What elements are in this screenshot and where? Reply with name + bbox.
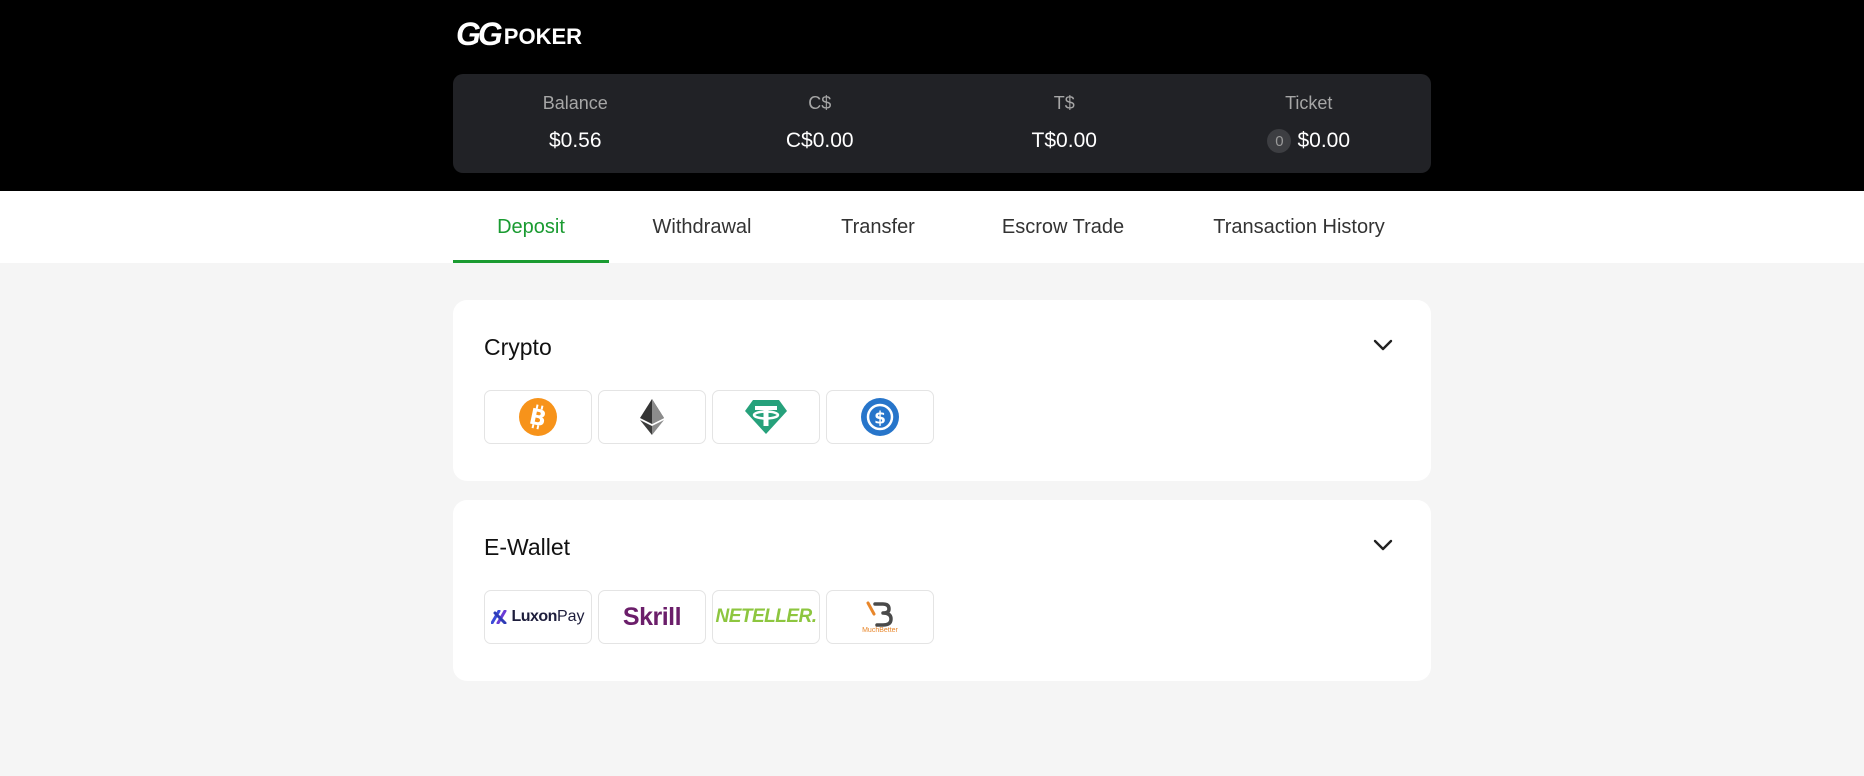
c-dollar-value: C$0.00 xyxy=(785,129,854,152)
ethereum-method[interactable] xyxy=(598,390,706,444)
ticket-value: $0.00 xyxy=(1297,129,1351,152)
tab-withdrawal[interactable]: Withdrawal xyxy=(640,191,764,263)
tether-icon xyxy=(745,400,787,434)
muchbetter-method[interactable]: MuchBetter xyxy=(826,590,934,644)
luxonpay-text-a: Luxon xyxy=(511,608,557,625)
crypto-methods: B $ xyxy=(484,390,934,444)
ethereum-icon xyxy=(640,399,664,435)
t-dollar-item: T$ T$0.00 xyxy=(942,74,1187,173)
top-header: GG POKER Balance $0.56 C$ C$0.00 T$ T$0.… xyxy=(0,0,1864,191)
neteller-method[interactable]: NETELLER. xyxy=(712,590,820,644)
ticket-label: Ticket xyxy=(1285,93,1333,113)
tab-escrow-trade[interactable]: Escrow Trade xyxy=(995,191,1131,263)
muchbetter-logo: MuchBetter xyxy=(862,601,898,634)
skrill-logo: Skrill xyxy=(622,602,682,631)
skrill-method[interactable]: Skrill xyxy=(598,590,706,644)
svg-text:$: $ xyxy=(874,409,886,429)
bitcoin-icon: B xyxy=(519,398,557,436)
luxonpay-method[interactable]: Luxon Pay xyxy=(484,590,592,644)
neteller-logo: NETELLER. xyxy=(715,606,817,627)
ewallet-title: E-Wallet xyxy=(484,534,571,560)
ggpoker-logo[interactable]: GG POKER xyxy=(456,18,582,50)
muchbetter-text: MuchBetter xyxy=(862,626,898,634)
luxon-mark-icon xyxy=(491,610,507,624)
luxonpay-text-b: Pay xyxy=(556,608,585,625)
c-dollar-label: C$ xyxy=(808,93,832,113)
wallet-tabs: Deposit Withdrawal Transfer Escrow Trade… xyxy=(0,191,1864,263)
balance-item: Balance $0.56 xyxy=(453,74,698,173)
ewallet-section: E-Wallet Luxon Pay Skrill NETELLER. Much… xyxy=(453,500,1431,681)
chevron-down-icon[interactable] xyxy=(1372,538,1394,552)
ewallet-methods: Luxon Pay Skrill NETELLER. MuchBetter xyxy=(484,590,934,644)
crypto-section: Crypto B $ xyxy=(453,300,1431,481)
ticket-count-badge: 0 xyxy=(1267,129,1292,153)
usd-coin-icon: $ xyxy=(861,398,899,436)
logo-word: POKER xyxy=(503,24,583,49)
bitcoin-method[interactable]: B xyxy=(484,390,592,444)
logo-gg: GG xyxy=(456,16,503,52)
usd-coin-method[interactable]: $ xyxy=(826,390,934,444)
ticket-item: Ticket 0 $0.00 xyxy=(1187,74,1432,173)
balance-panel: Balance $0.56 C$ C$0.00 T$ T$0.00 Ticket… xyxy=(453,74,1431,173)
tether-method[interactable] xyxy=(712,390,820,444)
t-dollar-label: T$ xyxy=(1053,93,1075,113)
c-dollar-item: C$ C$0.00 xyxy=(698,74,943,173)
tab-deposit[interactable]: Deposit xyxy=(453,191,609,263)
muchbetter-mark-icon xyxy=(866,601,893,627)
chevron-down-icon[interactable] xyxy=(1372,338,1394,352)
balance-value: $0.56 xyxy=(548,129,602,152)
crypto-title: Crypto xyxy=(484,334,552,360)
tab-transfer[interactable]: Transfer xyxy=(833,191,923,263)
tab-transaction-history[interactable]: Transaction History xyxy=(1205,191,1393,263)
luxonpay-logo: Luxon Pay xyxy=(491,608,585,626)
t-dollar-value: T$0.00 xyxy=(1031,129,1097,152)
balance-label: Balance xyxy=(542,93,608,113)
ticket-value-row: 0 $0.00 xyxy=(1267,129,1350,153)
